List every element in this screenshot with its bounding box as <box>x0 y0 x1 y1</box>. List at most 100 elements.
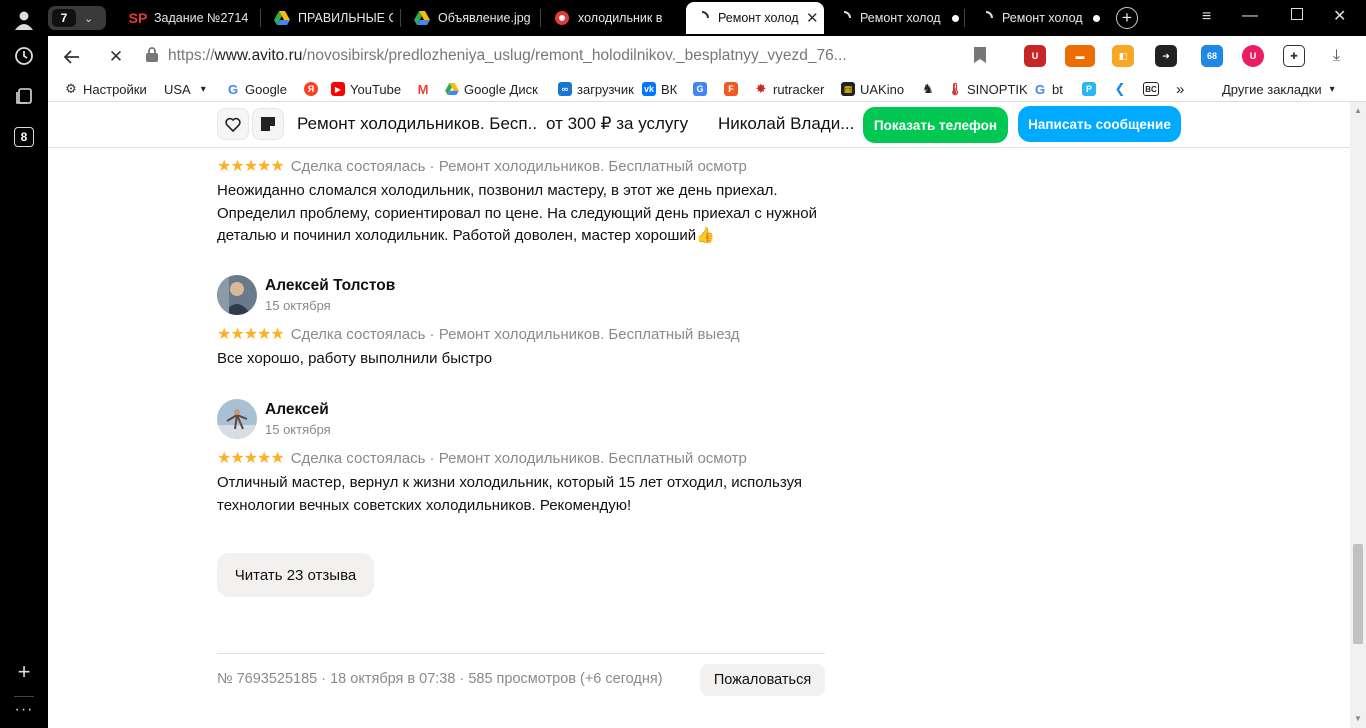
page-scrollbar[interactable]: ▲ ▼ <box>1350 102 1366 728</box>
bookmark-chess[interactable]: ♞ <box>921 80 940 98</box>
music-extension-icon[interactable]: ▬ <box>1065 45 1095 67</box>
bookmark-label: rutracker <box>773 81 825 97</box>
lock-icon <box>146 47 158 65</box>
tab-remont-active[interactable]: Ремонт холод ✕ <box>686 2 824 34</box>
bookmark-flutter[interactable]: ❮ <box>1113 80 1132 98</box>
profile-icon[interactable] <box>10 6 38 34</box>
url-prefix: https:// <box>168 47 215 64</box>
google-icon: G <box>1034 81 1046 97</box>
yandex-icon: Я <box>304 82 318 96</box>
bookmark-zagruzchik[interactable]: ∞ загрузчик <box>558 80 634 98</box>
download-icon[interactable]: ⤓ <box>1333 47 1340 65</box>
bookmark-bc[interactable]: BC <box>1143 80 1164 98</box>
bookmark-label: загрузчик <box>577 81 634 97</box>
tabs-counter-icon[interactable]: 8 <box>10 123 38 151</box>
add-panel-icon[interactable]: + <box>10 658 38 686</box>
tab-remont-3[interactable]: Ремонт холод <box>972 2 1100 34</box>
tab-zadanie[interactable]: SP Задание №2714 <box>124 2 258 34</box>
collections-icon[interactable] <box>10 82 38 110</box>
bookmark-page-icon[interactable] <box>974 47 986 63</box>
scroll-up-icon[interactable]: ▲ <box>1354 106 1362 115</box>
chevron-down-icon: ▾ <box>200 83 206 95</box>
uakino-icon: ▦ <box>841 82 855 96</box>
thermometer-icon: 🌡 <box>947 82 963 96</box>
tab-separator <box>964 9 965 27</box>
bookmark-label: USA <box>164 81 191 97</box>
translate-extension-icon[interactable]: ◧ <box>1112 45 1134 67</box>
loading-spinner-icon <box>694 10 710 26</box>
bookmark-google[interactable]: G Google <box>226 80 287 98</box>
avatar[interactable] <box>217 275 257 315</box>
bookmark-label: Настройки <box>83 81 147 97</box>
write-message-button[interactable]: Написать сообщение <box>1018 106 1181 142</box>
close-tab-icon[interactable]: ✕ <box>806 9 819 27</box>
more-icon[interactable]: ··· <box>10 696 38 724</box>
report-button[interactable]: Пожаловаться <box>700 664 825 696</box>
ublock-extension-icon[interactable]: U <box>1024 45 1046 67</box>
tab-pravilnye[interactable]: ПРАВИЛЬНЫЕ С <box>268 2 393 34</box>
google-icon: G <box>227 81 239 97</box>
vpn-extension-icon[interactable]: U <box>1242 45 1264 67</box>
read-all-reviews-button[interactable]: Читать 23 отзыва <box>217 553 374 597</box>
scroll-thumb[interactable] <box>1353 544 1363 644</box>
bookmark-yandex[interactable]: Я <box>304 80 323 98</box>
close-window-icon[interactable]: ✕ <box>1333 6 1346 26</box>
bookmark-usa[interactable]: USA ▾ <box>164 80 206 98</box>
review-date: 15 октября <box>265 298 331 313</box>
review-author[interactable]: Алексей <box>265 401 329 419</box>
sp-icon: SP <box>128 10 148 26</box>
bookmark-p[interactable]: P <box>1082 80 1101 98</box>
gear-icon: ⚙ <box>65 81 77 96</box>
tab-obyavlenie[interactable]: Объявление.jpg <box>408 2 536 34</box>
other-bookmarks-label: Другие закладки <box>1222 81 1322 97</box>
tab-remont-2[interactable]: Ремонт холод <box>830 2 960 34</box>
bookmark-bt[interactable]: Gbt <box>1033 80 1063 98</box>
scroll-down-icon[interactable]: ▼ <box>1354 714 1362 723</box>
bookmark-gmail[interactable]: M <box>416 80 435 98</box>
listing-price: от 300 ₽ за услугу <box>546 114 689 133</box>
extensions-puzzle-icon[interactable]: ✚ <box>1283 45 1305 67</box>
bookmark-sinoptik[interactable]: 🌡 SINOPTIK <box>947 80 1027 98</box>
url-field[interactable]: https://www.avito.ru/novosibirsk/predloz… <box>146 42 986 70</box>
unsaved-dot-icon <box>952 14 959 22</box>
unsaved-dot-icon <box>1093 14 1100 22</box>
bookmark-f[interactable]: F <box>724 80 743 98</box>
address-toolbar: ✕ https://www.avito.ru/novosibirsk/predl… <box>48 36 1366 76</box>
extension-badge-count: 68 <box>1206 51 1217 61</box>
bookmark-label: Google Диск <box>464 81 538 97</box>
web-page: Ремонт холодильников. Бесп... от 300 ₽ з… <box>48 102 1350 728</box>
bookmark-youtube[interactable]: ▶ YouTube <box>331 80 401 98</box>
restore-icon[interactable] <box>1291 8 1303 20</box>
bookmark-vk[interactable]: vk ВК <box>642 80 677 98</box>
favorite-heart-icon[interactable] <box>217 108 249 140</box>
divider <box>217 653 825 654</box>
show-phone-button[interactable]: Показать телефон <box>863 107 1008 143</box>
note-icon[interactable] <box>252 108 284 140</box>
calendar-extension-icon[interactable]: 68 <box>1201 45 1223 67</box>
avatar[interactable] <box>217 399 257 439</box>
bookmark-google-disk[interactable]: Google Диск <box>445 80 538 98</box>
review-author[interactable]: Алексей Толстов <box>265 277 395 295</box>
tab-label: холодильник в <box>578 11 663 25</box>
arrow-extension-icon[interactable]: ➜ <box>1155 45 1177 67</box>
bookmark-uakino[interactable]: ▦ UAKino <box>841 80 904 98</box>
sticky-listing-header: Ремонт холодильников. Бесп... от 300 ₽ з… <box>48 102 1350 148</box>
tab-label: Ремонт холод <box>718 11 799 25</box>
minimize-icon[interactable]: — <box>1242 7 1258 25</box>
url-domain: www.avito.ru <box>214 47 303 64</box>
loading-spinner-icon <box>978 10 994 26</box>
back-arrow-icon[interactable] <box>59 44 85 70</box>
bookmark-rutracker[interactable]: ✸ rutracker <box>754 80 825 98</box>
new-tab-icon[interactable]: + <box>1116 7 1138 29</box>
more-bookmarks-button[interactable]: » <box>1176 80 1184 98</box>
bookmark-settings[interactable]: ⚙ Настройки <box>64 80 147 98</box>
menu-icon[interactable]: ≡ <box>1202 8 1211 26</box>
bookmark-translate[interactable]: G <box>693 80 712 98</box>
tab-holodilnik[interactable]: холодильник в <box>548 2 678 34</box>
history-icon[interactable] <box>10 42 38 70</box>
stop-loading-icon[interactable]: ✕ <box>103 44 129 70</box>
other-bookmarks-button[interactable]: Другие закладки ▾ <box>1222 80 1335 98</box>
seller-name[interactable]: Николай Влади... <box>718 114 854 134</box>
flutter-icon: ❮ <box>1114 81 1126 96</box>
tab-counter[interactable]: 7 ⌄ <box>48 6 106 30</box>
